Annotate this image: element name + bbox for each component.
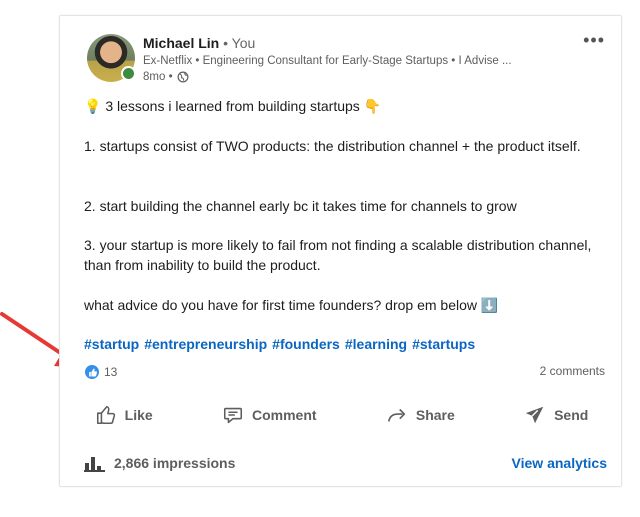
bar-chart-icon (84, 457, 105, 472)
hashtag-link[interactable]: #founders (272, 336, 340, 352)
online-status-indicator (121, 66, 136, 81)
author-headline: Ex-Netflix • Engineering Consultant for … (143, 55, 512, 67)
impressions-count: 2,866 impressions (114, 455, 236, 471)
post-analytics-footer: 2,866 impressions View analytics (84, 454, 607, 472)
post-actions-bar: Like Comment Share Send (60, 394, 623, 436)
like-button[interactable]: Like (85, 396, 163, 434)
avatar[interactable] (87, 34, 136, 82)
comment-button[interactable]: Comment (212, 396, 327, 434)
post-meta: 8mo • (143, 71, 189, 83)
post-text-line: 3. your startup is more likely to fail f… (84, 237, 592, 273)
send-button[interactable]: Send (514, 396, 598, 434)
globe-icon (177, 71, 189, 83)
comments-count[interactable]: 2 comments (540, 364, 605, 378)
comment-icon (223, 407, 243, 424)
impressions-summary[interactable]: 2,866 impressions (84, 454, 235, 472)
thumbs-up-icon (96, 405, 115, 425)
send-button-label: Send (554, 407, 589, 423)
post-text-line: what advice do you have for first time f… (84, 297, 499, 313)
hashtag-link[interactable]: #entrepreneurship (144, 336, 267, 352)
hashtag-link[interactable]: #startup (84, 336, 139, 352)
like-button-label: Like (124, 407, 153, 423)
post-text-line: 2. start building the channel early bc i… (84, 198, 517, 214)
share-button-label: Share (415, 407, 455, 423)
post-card: Michael Lin • You Ex-Netflix • Engineeri… (59, 15, 622, 487)
comment-button-label: Comment (251, 407, 317, 423)
author-relation: • You (219, 35, 256, 51)
post-text-line: 💡 3 lessons i learned from building star… (84, 98, 382, 114)
like-reaction-icon (84, 364, 100, 380)
post-text-line: 1. startups consist of TWO products: the… (84, 138, 581, 154)
hashtags: #startup #entrepreneurship #founders #le… (84, 336, 475, 352)
view-analytics-link[interactable]: View analytics (512, 455, 607, 471)
more-options-button[interactable]: ••• (583, 30, 605, 51)
hashtag-link[interactable]: #learning (345, 336, 407, 352)
share-button[interactable]: Share (376, 396, 465, 434)
share-arrow-icon (387, 408, 406, 422)
reactions-summary[interactable]: 13 (84, 364, 117, 380)
send-icon (525, 406, 544, 424)
author-name-line[interactable]: Michael Lin • You (143, 35, 255, 51)
author-name[interactable]: Michael Lin (143, 35, 219, 51)
post-time: 8mo • (143, 71, 173, 83)
reaction-count[interactable]: 13 (104, 365, 117, 379)
hashtag-link[interactable]: #startups (412, 336, 475, 352)
